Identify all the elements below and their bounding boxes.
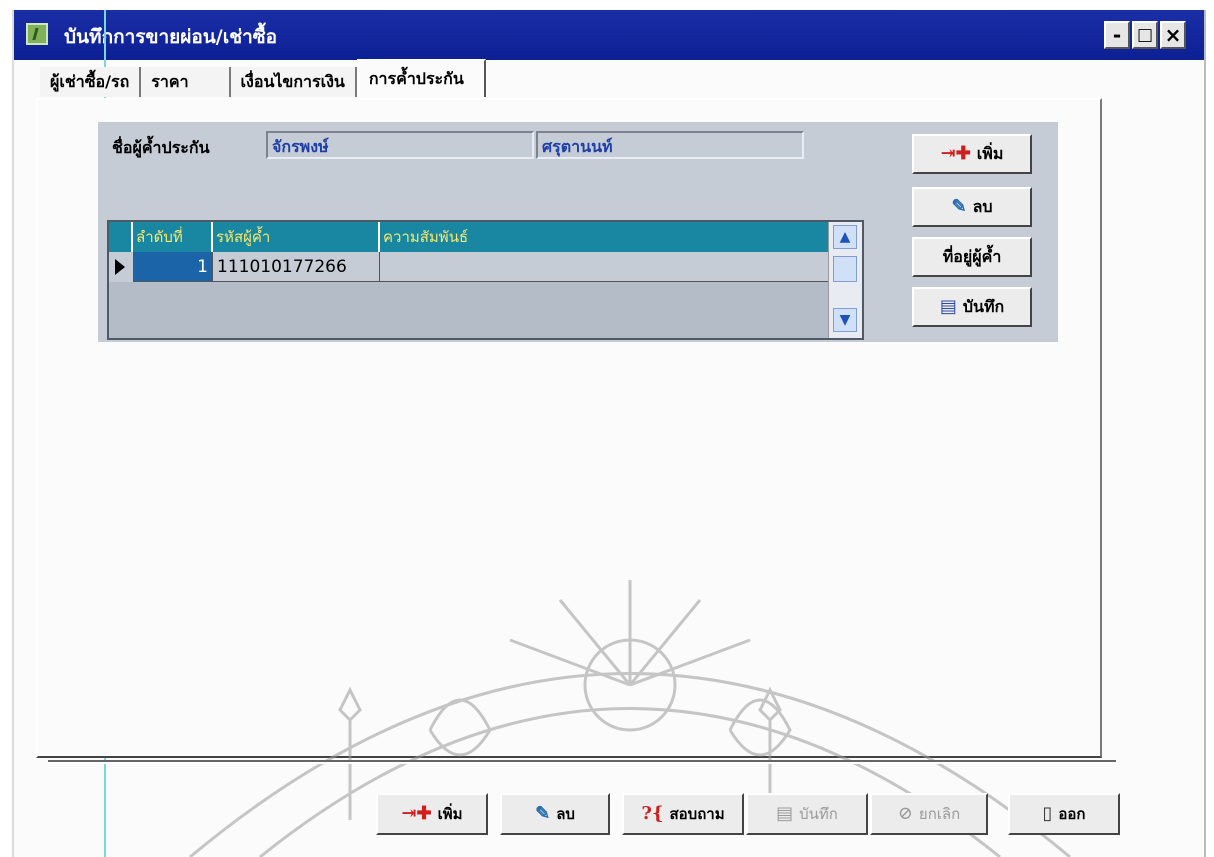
delete-icon: ✎ (535, 803, 551, 824)
guarantor-first-name-field[interactable]: จักรพงษ์ (266, 131, 534, 159)
guarantor-label: ชื่อผู้ค้ำประกัน (112, 138, 210, 157)
save-icon: ▤ (939, 296, 957, 317)
window-title: บันทึกการขายผ่อน/เช่าซื้อ (64, 26, 278, 48)
bottom-toolbar: ⇥✚ เพิ่ม ✎ ลบ ?{ สอบถาม ▤ บันทึก ⊘ ยกเลิ… (12, 760, 1202, 857)
app-icon (26, 23, 48, 45)
column-header-code[interactable]: รหัสผู้ค้ำ (213, 222, 380, 252)
grid-header: ลำดับที่ รหัสผู้ค้ำ ความสัมพันธ์ (133, 222, 829, 252)
exit-button[interactable]: ▯ ออก (1008, 793, 1120, 835)
delete-guarantor-label: ลบ (972, 196, 993, 216)
save-guarantor-button[interactable]: ▤ บันทึก (912, 287, 1032, 327)
scroll-thumb[interactable] (833, 256, 857, 282)
exit-door-icon: ▯ (1042, 803, 1053, 824)
cell-seq[interactable]: 1 (133, 252, 213, 282)
tab-financial-terms[interactable]: เงื่อนไขการเงิน (230, 67, 357, 97)
delete-icon: ✎ (951, 196, 967, 217)
close-button[interactable]: × (1160, 21, 1186, 49)
table-row[interactable]: 1 111010177266 (133, 252, 829, 282)
add-guarantor-label: เพิ่ม (976, 143, 1004, 163)
cancel-icon: ⊘ (897, 803, 913, 824)
guarantor-last-name-field[interactable]: ศรุตานนท์ (536, 131, 804, 159)
tab-guarantee[interactable]: การค้ำประกัน (356, 59, 486, 97)
maximize-button[interactable]: □ (1132, 21, 1158, 49)
tab-price[interactable]: ราคา (141, 67, 231, 97)
delete-button[interactable]: ✎ ลบ (500, 793, 610, 835)
scroll-down-icon[interactable]: ▼ (833, 308, 857, 332)
tab-customer-car[interactable]: ผู้เช่าซื้อ/รถ (40, 67, 142, 97)
save-button[interactable]: ▤ บันทึก (746, 793, 868, 835)
current-row-arrow-icon (115, 259, 125, 275)
add-icon: ⇥✚ (401, 803, 432, 824)
cancel-label: ยกเลิก (918, 805, 961, 823)
title-bar[interactable]: บันทึกการขายผ่อน/เช่าซื้อ - □ × (14, 10, 1204, 60)
cancel-button[interactable]: ⊘ ยกเลิก (870, 793, 988, 835)
exit-label: ออก (1058, 805, 1086, 823)
guarantor-address-label: ที่อยู่ผู้ค้ำ (942, 246, 1002, 266)
delete-guarantor-button[interactable]: ✎ ลบ (912, 187, 1032, 227)
delete-label: ลบ (556, 805, 575, 823)
column-header-seq[interactable]: ลำดับที่ (133, 222, 213, 252)
guarantor-address-button[interactable]: ที่อยู่ผู้ค้ำ (912, 237, 1032, 277)
tab-strip: ผู้เช่าซื้อ/รถ ราคา เงื่อนไขการเงิน การค… (40, 59, 486, 97)
add-guarantor-button[interactable]: ⇥✚ เพิ่ม (912, 134, 1032, 174)
cell-relation[interactable] (380, 252, 829, 282)
row-indicator-column (109, 222, 133, 282)
add-label: เพิ่ม (437, 805, 463, 823)
guarantor-grid: ลำดับที่ รหัสผู้ค้ำ ความสัมพันธ์ 1 11101… (107, 220, 864, 340)
query-button[interactable]: ?{ สอบถาม (622, 793, 744, 835)
add-icon: ⇥✚ (940, 143, 971, 164)
minimize-button[interactable]: - (1104, 21, 1130, 49)
column-header-relation[interactable]: ความสัมพันธ์ (380, 222, 829, 252)
grid-scrollbar[interactable]: ▲ ▼ (828, 222, 862, 338)
add-button[interactable]: ⇥✚ เพิ่ม (376, 793, 488, 835)
save-guarantor-label: บันทึก (962, 296, 1005, 316)
query-label: สอบถาม (669, 805, 725, 823)
save-label: บันทึก (799, 805, 838, 823)
query-icon: ?{ (641, 803, 664, 824)
cell-code[interactable]: 111010177266 (213, 252, 380, 282)
scroll-up-icon[interactable]: ▲ (833, 225, 857, 249)
save-icon: ▤ (776, 803, 794, 824)
